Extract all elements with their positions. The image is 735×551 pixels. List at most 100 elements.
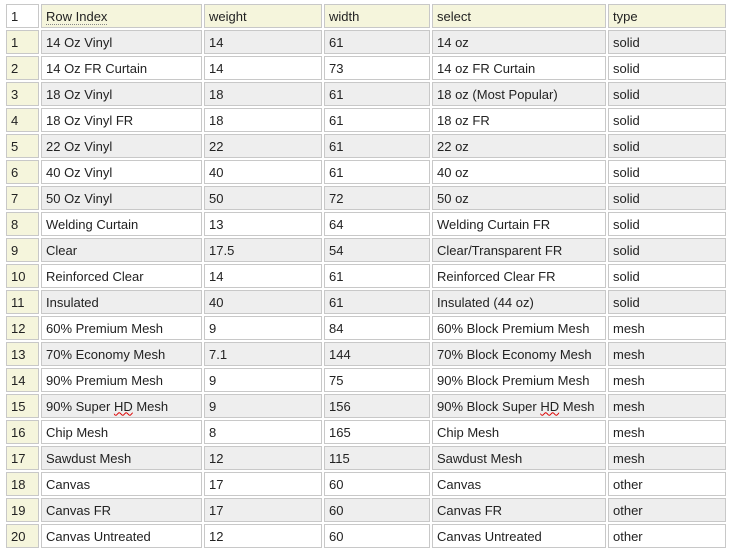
cell-select[interactable]: 90% Block Super HD Mesh <box>432 394 606 418</box>
cell-name[interactable]: Welding Curtain <box>41 212 202 236</box>
cell-name[interactable]: 22 Oz Vinyl <box>41 134 202 158</box>
cell-name[interactable]: Canvas FR <box>41 498 202 522</box>
cell-weight[interactable]: 40 <box>204 160 322 184</box>
cell-width[interactable]: 61 <box>324 82 430 106</box>
cell-width[interactable]: 60 <box>324 498 430 522</box>
cell-type[interactable]: other <box>608 472 726 496</box>
corner-cell[interactable]: 1 <box>6 4 39 28</box>
cell-name[interactable]: 90% Super HD Mesh <box>41 394 202 418</box>
cell-type[interactable]: mesh <box>608 316 726 340</box>
cell-weight[interactable]: 7.1 <box>204 342 322 366</box>
cell-width[interactable]: 61 <box>324 264 430 288</box>
cell-width[interactable]: 84 <box>324 316 430 340</box>
cell-weight[interactable]: 13 <box>204 212 322 236</box>
cell-select[interactable]: 18 oz FR <box>432 108 606 132</box>
cell-name[interactable]: 50 Oz Vinyl <box>41 186 202 210</box>
cell-select[interactable]: Clear/Transparent FR <box>432 238 606 262</box>
cell-width[interactable]: 60 <box>324 524 430 548</box>
cell-name[interactable]: Insulated <box>41 290 202 314</box>
cell-select[interactable]: 50 oz <box>432 186 606 210</box>
cell-weight[interactable]: 22 <box>204 134 322 158</box>
cell-type[interactable]: other <box>608 498 726 522</box>
cell-select[interactable]: 90% Block Premium Mesh <box>432 368 606 392</box>
row-number[interactable]: 6 <box>6 160 39 184</box>
cell-type[interactable]: solid <box>608 56 726 80</box>
cell-select[interactable]: 14 oz FR Curtain <box>432 56 606 80</box>
row-number[interactable]: 10 <box>6 264 39 288</box>
cell-width[interactable]: 156 <box>324 394 430 418</box>
cell-width[interactable]: 61 <box>324 108 430 132</box>
cell-width[interactable]: 60 <box>324 472 430 496</box>
cell-weight[interactable]: 9 <box>204 368 322 392</box>
cell-select[interactable]: 70% Block Economy Mesh <box>432 342 606 366</box>
cell-width[interactable]: 115 <box>324 446 430 470</box>
cell-weight[interactable]: 18 <box>204 82 322 106</box>
cell-name[interactable]: Clear <box>41 238 202 262</box>
cell-width[interactable]: 73 <box>324 56 430 80</box>
cell-name[interactable]: Chip Mesh <box>41 420 202 444</box>
cell-type[interactable]: solid <box>608 30 726 54</box>
cell-select[interactable]: Insulated (44 oz) <box>432 290 606 314</box>
cell-name[interactable]: 18 Oz Vinyl <box>41 82 202 106</box>
cell-type[interactable]: mesh <box>608 368 726 392</box>
cell-weight[interactable]: 8 <box>204 420 322 444</box>
cell-select[interactable]: Welding Curtain FR <box>432 212 606 236</box>
cell-type[interactable]: mesh <box>608 394 726 418</box>
cell-weight[interactable]: 17.5 <box>204 238 322 262</box>
cell-weight[interactable]: 14 <box>204 30 322 54</box>
cell-width[interactable]: 72 <box>324 186 430 210</box>
row-number[interactable]: 8 <box>6 212 39 236</box>
row-number[interactable]: 1 <box>6 30 39 54</box>
cell-weight[interactable]: 9 <box>204 316 322 340</box>
row-number[interactable]: 16 <box>6 420 39 444</box>
cell-select[interactable]: Canvas Untreated <box>432 524 606 548</box>
row-number[interactable]: 9 <box>6 238 39 262</box>
cell-type[interactable]: mesh <box>608 446 726 470</box>
cell-weight[interactable]: 17 <box>204 472 322 496</box>
cell-select[interactable]: 22 oz <box>432 134 606 158</box>
cell-width[interactable]: 64 <box>324 212 430 236</box>
cell-select[interactable]: Canvas FR <box>432 498 606 522</box>
cell-type[interactable]: solid <box>608 108 726 132</box>
row-number[interactable]: 7 <box>6 186 39 210</box>
cell-name[interactable]: 60% Premium Mesh <box>41 316 202 340</box>
cell-type[interactable]: other <box>608 524 726 548</box>
cell-name[interactable]: 18 Oz Vinyl FR <box>41 108 202 132</box>
cell-name[interactable]: 40 Oz Vinyl <box>41 160 202 184</box>
cell-width[interactable]: 61 <box>324 290 430 314</box>
cell-weight[interactable]: 18 <box>204 108 322 132</box>
row-number[interactable]: 12 <box>6 316 39 340</box>
row-number[interactable]: 13 <box>6 342 39 366</box>
cell-select[interactable]: Canvas <box>432 472 606 496</box>
row-number[interactable]: 19 <box>6 498 39 522</box>
column-header-width[interactable]: width <box>324 4 430 28</box>
cell-select[interactable]: Reinforced Clear FR <box>432 264 606 288</box>
cell-type[interactable]: solid <box>608 290 726 314</box>
cell-select[interactable]: 40 oz <box>432 160 606 184</box>
cell-width[interactable]: 54 <box>324 238 430 262</box>
row-number[interactable]: 5 <box>6 134 39 158</box>
cell-type[interactable]: solid <box>608 264 726 288</box>
cell-select[interactable]: 14 oz <box>432 30 606 54</box>
column-header-select[interactable]: select <box>432 4 606 28</box>
cell-type[interactable]: solid <box>608 82 726 106</box>
cell-width[interactable]: 61 <box>324 134 430 158</box>
column-header-type[interactable]: type <box>608 4 726 28</box>
cell-name[interactable]: 14 Oz FR Curtain <box>41 56 202 80</box>
cell-width[interactable]: 61 <box>324 30 430 54</box>
cell-weight[interactable]: 14 <box>204 264 322 288</box>
cell-name[interactable]: 14 Oz Vinyl <box>41 30 202 54</box>
row-number[interactable]: 14 <box>6 368 39 392</box>
cell-weight[interactable]: 12 <box>204 446 322 470</box>
cell-name[interactable]: Sawdust Mesh <box>41 446 202 470</box>
column-header-weight[interactable]: weight <box>204 4 322 28</box>
cell-type[interactable]: solid <box>608 186 726 210</box>
cell-width[interactable]: 144 <box>324 342 430 366</box>
row-number[interactable]: 3 <box>6 82 39 106</box>
cell-type[interactable]: solid <box>608 212 726 236</box>
cell-name[interactable]: Canvas Untreated <box>41 524 202 548</box>
row-number[interactable]: 4 <box>6 108 39 132</box>
row-number[interactable]: 18 <box>6 472 39 496</box>
row-number[interactable]: 17 <box>6 446 39 470</box>
cell-select[interactable]: 60% Block Premium Mesh <box>432 316 606 340</box>
